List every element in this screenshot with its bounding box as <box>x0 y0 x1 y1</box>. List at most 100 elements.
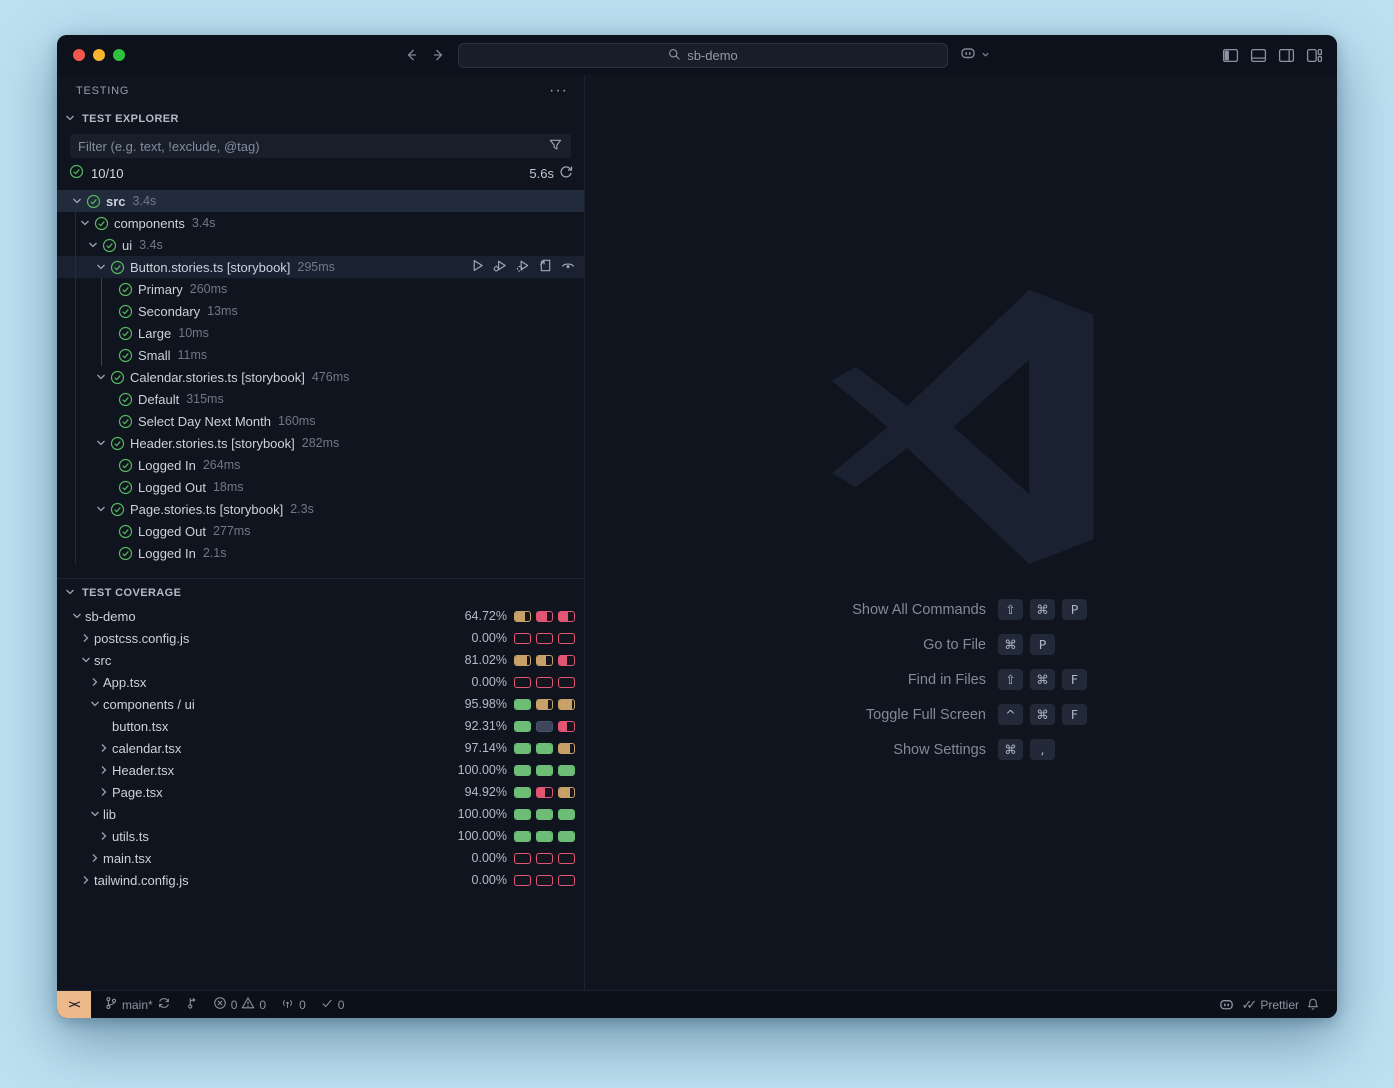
forward-icon[interactable] <box>431 47 447 63</box>
toggle-secondary-sidebar-icon[interactable] <box>1278 47 1295 64</box>
test-explorer-section-header[interactable]: TEST EXPLORER <box>57 107 584 131</box>
chevron-right-icon[interactable] <box>78 630 94 646</box>
debug-icon[interactable] <box>492 258 508 276</box>
test-label: Header.stories.ts [storybook] <box>130 436 295 451</box>
command-center-search[interactable]: sb-demo <box>458 43 948 68</box>
coverage-row[interactable]: lib100.00% <box>57 803 584 825</box>
chevron-right-icon[interactable] <box>96 784 112 800</box>
coverage-row[interactable]: utils.ts100.00% <box>57 825 584 847</box>
git-branch-item[interactable]: main* <box>97 991 178 1018</box>
chevron-down-icon[interactable] <box>93 369 109 385</box>
coverage-row[interactable]: calendar.tsx97.14% <box>57 737 584 759</box>
test-case-row[interactable]: Select Day Next Month160ms <box>57 410 584 432</box>
toggle-primary-sidebar-icon[interactable] <box>1222 47 1239 64</box>
test-duration: 3.4s <box>192 216 216 230</box>
chevron-down-icon[interactable] <box>78 652 94 668</box>
coverage-percent: 0.00% <box>472 851 507 865</box>
test-suite-row[interactable]: src3.4s <box>57 190 584 212</box>
keycap: , <box>1030 739 1055 760</box>
chevron-down-icon[interactable] <box>69 193 85 209</box>
test-case-row[interactable]: Default315ms <box>57 388 584 410</box>
test-duration: 277ms <box>213 524 251 538</box>
chevron-down-icon[interactable] <box>87 696 103 712</box>
test-case-row[interactable]: Large10ms <box>57 322 584 344</box>
coverage-row[interactable]: sb-demo64.72% <box>57 605 584 627</box>
editor-area: Show All Commands⇧⌘PGo to File⌘PFind in … <box>586 75 1337 990</box>
test-case-row[interactable]: Logged In264ms <box>57 454 584 476</box>
chevron-right-icon[interactable] <box>96 762 112 778</box>
back-icon[interactable] <box>403 47 419 63</box>
run-icon[interactable] <box>470 258 485 276</box>
copilot-menu[interactable] <box>959 44 990 67</box>
test-suite-row[interactable]: Page.stories.ts [storybook]2.3s <box>57 498 584 520</box>
run-with-coverage-icon[interactable] <box>515 258 531 276</box>
test-case-row[interactable]: Logged In2.1s <box>57 542 584 564</box>
coverage-bars <box>514 831 575 842</box>
zoom-window-button[interactable] <box>113 49 125 61</box>
test-coverage-section-header[interactable]: TEST COVERAGE <box>57 581 584 605</box>
test-duration: 260ms <box>190 282 228 296</box>
coverage-bars <box>514 721 575 732</box>
close-window-button[interactable] <box>73 49 85 61</box>
test-passed-icon <box>109 435 125 451</box>
minimize-window-button[interactable] <box>93 49 105 61</box>
test-case-row[interactable]: Secondary13ms <box>57 300 584 322</box>
chevron-spacer <box>101 545 117 561</box>
filter-placeholder: Filter (e.g. text, !exclude, @tag) <box>78 139 548 154</box>
test-suite-row[interactable]: Calendar.stories.ts [storybook]476ms <box>57 366 584 388</box>
coverage-row[interactable]: src81.02% <box>57 649 584 671</box>
peek-icon[interactable] <box>560 258 576 276</box>
more-actions-icon[interactable]: ··· <box>549 86 568 96</box>
coverage-row[interactable]: postcss.config.js0.00% <box>57 627 584 649</box>
chevron-down-icon[interactable] <box>93 435 109 451</box>
coverage-bar <box>558 721 575 732</box>
test-results-summary: 10/10 5.6s <box>57 160 584 186</box>
test-suite-row[interactable]: Button.stories.ts [storybook]295ms <box>57 256 584 278</box>
broadcast-count: 0 <box>299 998 306 1012</box>
chevron-right-icon[interactable] <box>96 828 112 844</box>
coverage-bars <box>514 743 575 754</box>
chevron-down-icon[interactable] <box>93 259 109 275</box>
test-suite-row[interactable]: ui3.4s <box>57 234 584 256</box>
keycap: ⌘ <box>998 739 1023 760</box>
test-case-row[interactable]: Logged Out18ms <box>57 476 584 498</box>
chevron-right-icon[interactable] <box>96 740 112 756</box>
test-suite-row[interactable]: components3.4s <box>57 212 584 234</box>
keycap: ⇧ <box>998 599 1023 620</box>
notifications-bell-icon[interactable] <box>1299 997 1327 1012</box>
test-case-row[interactable]: Primary260ms <box>57 278 584 300</box>
chevron-right-icon[interactable] <box>78 872 94 888</box>
go-to-test-icon[interactable] <box>538 258 553 276</box>
test-filter-input[interactable]: Filter (e.g. text, !exclude, @tag) <box>70 134 571 158</box>
coverage-row[interactable]: Header.tsx100.00% <box>57 759 584 781</box>
scm-graph-item[interactable] <box>178 991 206 1018</box>
problems-item[interactable]: 0 0 <box>206 991 273 1018</box>
filter-icon[interactable] <box>548 137 563 155</box>
test-suite-row[interactable]: Header.stories.ts [storybook]282ms <box>57 432 584 454</box>
coverage-row[interactable]: tailwind.config.js0.00% <box>57 869 584 891</box>
coverage-row[interactable]: button.tsx92.31% <box>57 715 584 737</box>
chevron-down-icon[interactable] <box>87 806 103 822</box>
test-case-row[interactable]: Logged Out277ms <box>57 520 584 542</box>
copilot-status-icon[interactable] <box>1211 996 1242 1013</box>
toggle-panel-icon[interactable] <box>1250 47 1267 64</box>
chevron-down-icon[interactable] <box>93 501 109 517</box>
chevron-down-icon <box>62 584 78 603</box>
broadcast-item[interactable]: 0 <box>273 991 313 1018</box>
keycap: ⌘ <box>1030 704 1055 725</box>
rerun-icon[interactable] <box>558 164 574 183</box>
chevron-down-icon[interactable] <box>85 237 101 253</box>
chevron-down-icon[interactable] <box>77 215 93 231</box>
customize-layout-icon[interactable] <box>1306 47 1323 64</box>
test-case-row[interactable]: Small11ms <box>57 344 584 366</box>
coverage-row[interactable]: Page.tsx94.92% <box>57 781 584 803</box>
remote-indicator[interactable]: >< <box>57 991 91 1018</box>
chevron-right-icon[interactable] <box>87 850 103 866</box>
coverage-row[interactable]: main.tsx0.00% <box>57 847 584 869</box>
chevron-down-icon[interactable] <box>69 608 85 624</box>
coverage-row[interactable]: components / ui95.98% <box>57 693 584 715</box>
formatter-name[interactable]: Prettier <box>1260 998 1299 1012</box>
check-item[interactable]: 0 <box>313 991 352 1018</box>
chevron-right-icon[interactable] <box>87 674 103 690</box>
coverage-row[interactable]: App.tsx0.00% <box>57 671 584 693</box>
